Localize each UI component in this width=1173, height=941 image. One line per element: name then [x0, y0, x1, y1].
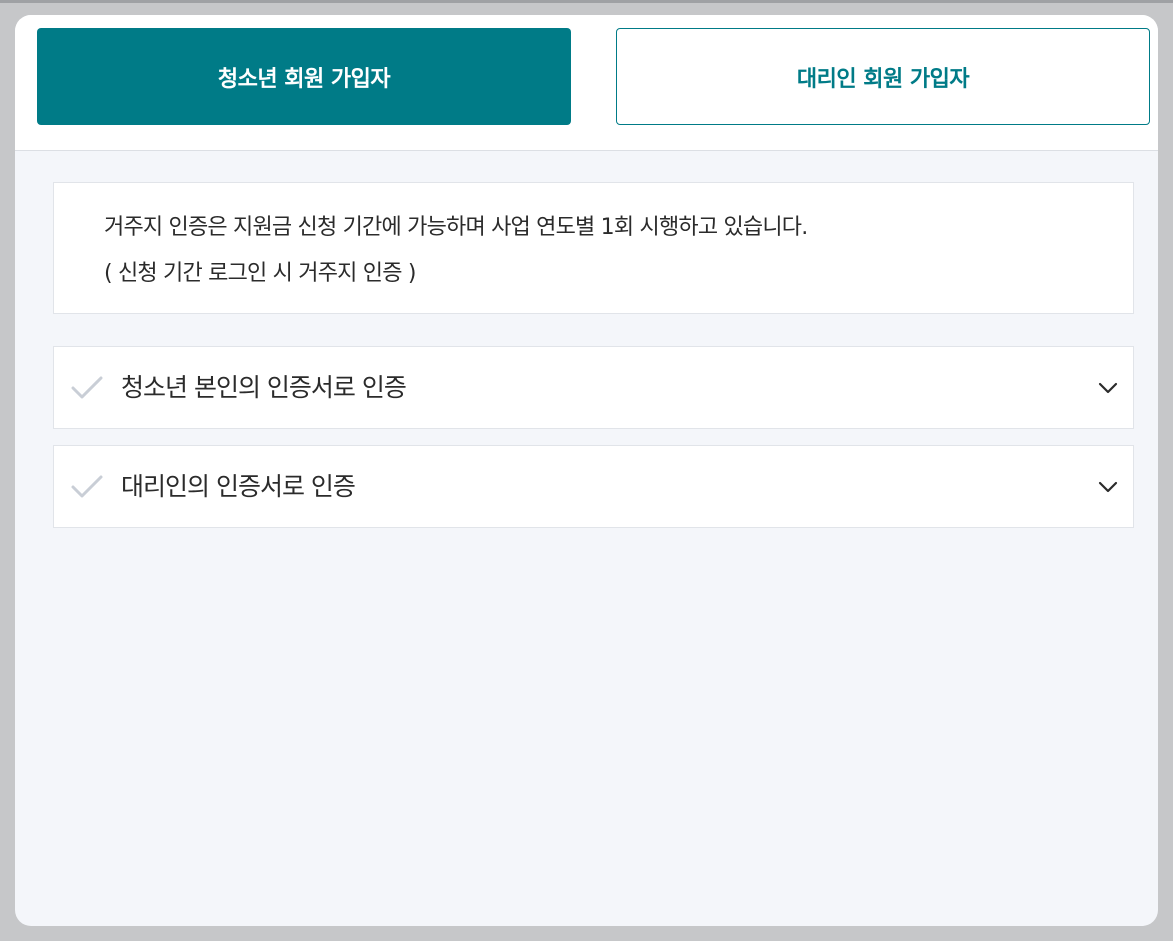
- tab-youth-member-label: 청소년 회원 가입자: [217, 66, 391, 92]
- tab-youth-member[interactable]: 청소년 회원 가입자: [37, 28, 571, 125]
- accordion-label: 대리인의 인증서로 인증: [121, 472, 356, 501]
- accordion-proxy-certificate[interactable]: 대리인의 인증서로 인증: [53, 445, 1134, 528]
- signup-type-modal: 청소년 회원 가입자 대리인 회원 가입자 거주지 인증은 지원금 신청 기간에…: [15, 15, 1158, 926]
- check-icon: [71, 475, 103, 498]
- window-top-border: [0, 0, 1173, 3]
- notice-subtext: ( 신청 기간 로그인 시 거주지 인증 ): [104, 261, 416, 286]
- chevron-down-icon[interactable]: [1097, 378, 1119, 398]
- tab-proxy-member-label: 대리인 회원 가입자: [796, 66, 970, 92]
- accordion-youth-certificate[interactable]: 청소년 본인의 인증서로 인증: [53, 346, 1134, 429]
- member-type-tabs: 청소년 회원 가입자 대리인 회원 가입자: [15, 15, 1158, 151]
- check-icon: [71, 376, 103, 399]
- tab-proxy-member[interactable]: 대리인 회원 가입자: [616, 28, 1150, 125]
- residence-notice-box: 거주지 인증은 지원금 신청 기간에 가능하며 사업 연도별 1회 시행하고 있…: [53, 182, 1134, 314]
- accordion-label: 청소년 본인의 인증서로 인증: [121, 373, 407, 402]
- notice-text: 거주지 인증은 지원금 신청 기간에 가능하며 사업 연도별 1회 시행하고 있…: [104, 215, 808, 240]
- chevron-down-icon[interactable]: [1097, 477, 1119, 497]
